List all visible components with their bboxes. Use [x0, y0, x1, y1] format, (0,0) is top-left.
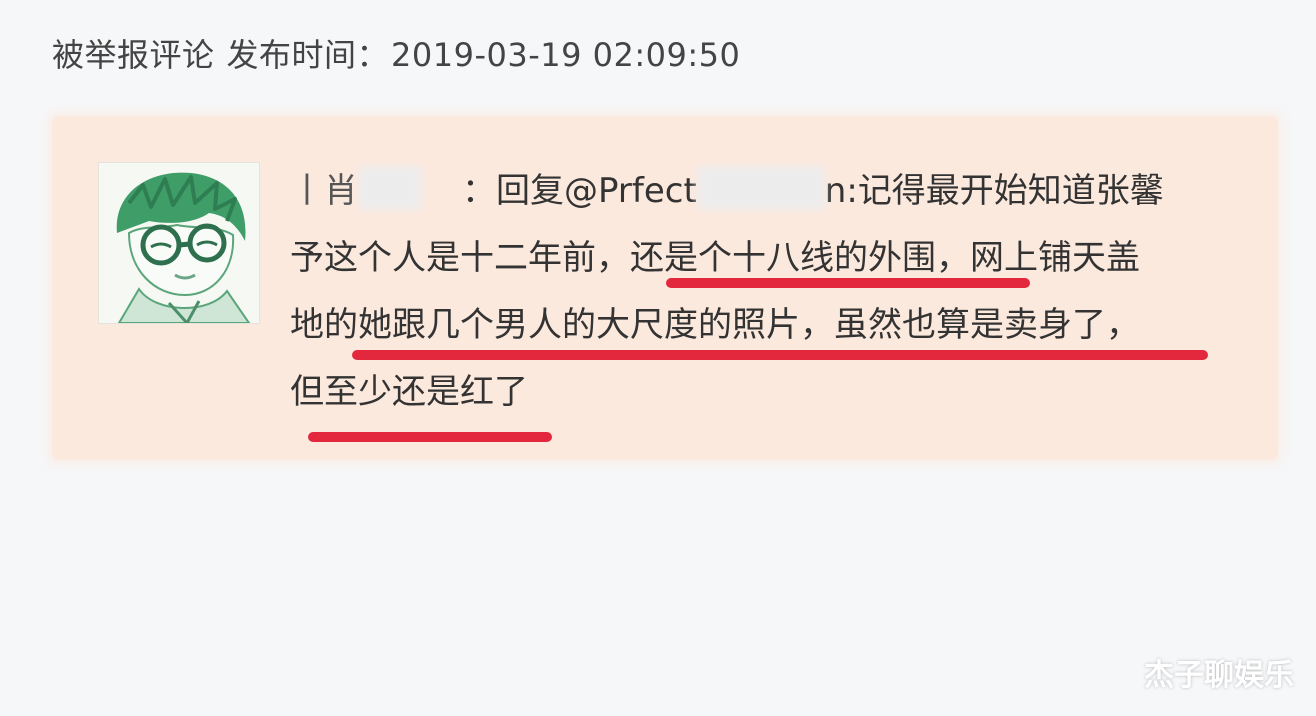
highlighted-phrase-1: 还是个十八线的外围，: [630, 238, 970, 278]
cartoon-avatar-icon: [99, 163, 259, 323]
redacted-username: [358, 166, 422, 210]
mention-suffix: n:: [824, 171, 858, 211]
commenter-name[interactable]: 丨肖: [290, 171, 358, 211]
comment-line-3-part-a: 地的: [290, 305, 358, 345]
highlight-underline-2: [352, 350, 1208, 360]
comment-line-1-text: 记得最开始知道张馨: [857, 171, 1164, 211]
comment-line-3: 地的她跟几个男人的大尺度的照片，虽然也算是卖身了，: [290, 292, 1240, 359]
reported-comment-card: 丨肖 ：回复@Prfect n:记得最开始知道张馨 予这个人是十二年前，还是个十八线…: [52, 116, 1278, 460]
comment-line-4: 但至少还是红了: [290, 359, 1240, 426]
highlighted-phrase-3: 但至少还是红了: [290, 372, 528, 412]
comment-line-2-part-a: 予这个人是十二年前，: [290, 238, 630, 278]
highlight-underline-3: [308, 432, 552, 442]
highlighted-phrase-2: 她跟几个男人的大尺度的照片，虽然也算是卖身了，: [358, 305, 1140, 345]
comment-body: 丨肖 ：回复@Prfect n:记得最开始知道张馨 予这个人是十二年前，还是个十八线…: [290, 158, 1240, 426]
report-header: 被举报评论 发布时间：2019-03-19 02:09:50: [52, 30, 740, 76]
watermark: 杰子聊娱乐: [1144, 658, 1294, 693]
name-separator: ：: [462, 171, 496, 211]
comment-line-2-part-c: 网上铺天盖: [970, 238, 1140, 278]
publish-time-value: 2019-03-19 02:09:50: [391, 36, 741, 74]
user-avatar[interactable]: [98, 162, 260, 324]
publish-time-label: 发布时间：: [226, 36, 390, 74]
highlight-underline-1: [666, 278, 1030, 288]
reply-label[interactable]: 回复@Prfect: [496, 171, 697, 211]
comment-line-1: 丨肖 ：回复@Prfect n:记得最开始知道张馨: [290, 158, 1240, 225]
redacted-mention: [696, 166, 825, 210]
reported-comment-label: 被举报评论: [52, 36, 215, 74]
